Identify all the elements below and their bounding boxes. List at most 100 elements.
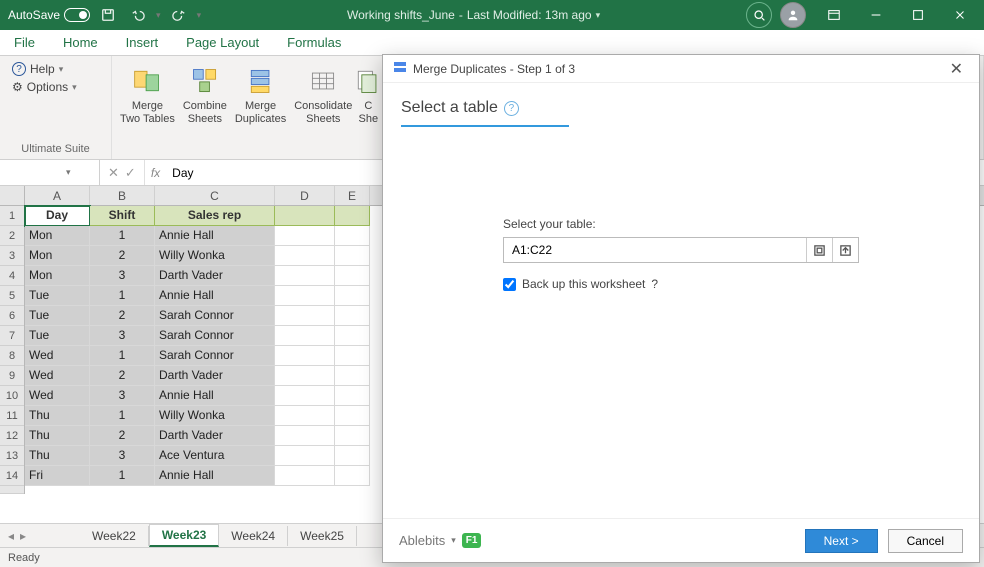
confirm-edit-icon[interactable]: ✓ [125, 165, 136, 181]
expand-range-button[interactable] [832, 238, 858, 262]
search-button[interactable] [746, 2, 772, 28]
cell[interactable]: Tue [25, 286, 90, 306]
cell[interactable] [335, 366, 370, 386]
close-window-button[interactable] [940, 0, 980, 30]
undo-icon[interactable] [126, 3, 150, 27]
cell[interactable]: 1 [90, 346, 155, 366]
cell[interactable] [275, 426, 335, 446]
cell[interactable] [275, 366, 335, 386]
backup-hint-icon[interactable]: ? [651, 277, 658, 291]
next-button[interactable]: Next > [805, 529, 878, 553]
merge-two-tables-button[interactable]: Merge Two Tables [116, 62, 179, 128]
tab-page-layout[interactable]: Page Layout [172, 30, 273, 55]
cell[interactable]: Mon [25, 266, 90, 286]
cell[interactable]: 1 [90, 466, 155, 486]
cell[interactable] [335, 406, 370, 426]
cell[interactable]: Shift [90, 206, 155, 226]
cell[interactable]: Sarah Connor [155, 346, 275, 366]
cell[interactable]: Annie Hall [155, 466, 275, 486]
row-header[interactable]: 1 [0, 206, 24, 226]
row-header[interactable]: 11 [0, 406, 24, 426]
cell[interactable]: Tue [25, 326, 90, 346]
redo-icon[interactable] [167, 3, 191, 27]
cell[interactable]: 2 [90, 246, 155, 266]
cell[interactable]: Darth Vader [155, 366, 275, 386]
cell[interactable]: Mon [25, 246, 90, 266]
name-box[interactable]: ▾ [0, 160, 100, 185]
account-avatar[interactable] [780, 2, 806, 28]
cell[interactable]: Thu [25, 406, 90, 426]
cell[interactable]: Tue [25, 306, 90, 326]
fx-icon[interactable]: fx [145, 166, 166, 180]
cell[interactable] [275, 386, 335, 406]
dialog-close-button[interactable]: ✕ [944, 57, 969, 81]
cell[interactable]: Annie Hall [155, 386, 275, 406]
cell[interactable] [335, 206, 370, 226]
row-header[interactable]: 5 [0, 286, 24, 306]
brand-dropdown-icon[interactable]: ▾ [451, 535, 456, 546]
combine-sheets-button[interactable]: Combine Sheets [179, 62, 231, 128]
select-range-button[interactable] [806, 238, 832, 262]
cell[interactable] [275, 406, 335, 426]
cell[interactable] [275, 446, 335, 466]
ribbon-display-button[interactable] [814, 0, 854, 30]
cell[interactable] [335, 286, 370, 306]
cell[interactable] [335, 446, 370, 466]
cell[interactable]: Wed [25, 366, 90, 386]
cell[interactable]: 1 [90, 406, 155, 426]
cell[interactable] [335, 426, 370, 446]
save-icon[interactable] [96, 3, 120, 27]
cell[interactable]: Thu [25, 426, 90, 446]
options-button[interactable]: ⚙Options▾ [12, 80, 99, 94]
sheet-nav-next-icon[interactable]: ▸ [20, 529, 26, 543]
sheet-nav-prev-icon[interactable]: ◂ [8, 529, 14, 543]
tab-file[interactable]: File [0, 30, 49, 55]
name-box-input[interactable] [6, 166, 66, 180]
cell[interactable]: Darth Vader [155, 426, 275, 446]
cell[interactable] [275, 306, 335, 326]
row-header[interactable]: 6 [0, 306, 24, 326]
row-header[interactable]: 4 [0, 266, 24, 286]
tab-home[interactable]: Home [49, 30, 112, 55]
undo-dropdown-icon[interactable]: ▾ [156, 10, 161, 21]
sheet-tab-week23[interactable]: Week23 [149, 524, 219, 547]
column-header[interactable]: A [25, 186, 90, 205]
cell[interactable] [335, 466, 370, 486]
cell[interactable] [275, 466, 335, 486]
cell[interactable]: Annie Hall [155, 286, 275, 306]
cell[interactable]: Wed [25, 386, 90, 406]
row-headers[interactable]: 1234567891011121314 [0, 206, 25, 494]
row-header[interactable]: 3 [0, 246, 24, 266]
cancel-edit-icon[interactable]: ✕ [108, 165, 119, 181]
help-button[interactable]: ?Help▾ [12, 62, 99, 76]
cell[interactable] [335, 306, 370, 326]
cell[interactable]: 2 [90, 306, 155, 326]
cell[interactable]: Sarah Connor [155, 306, 275, 326]
cell[interactable]: Willy Wonka [155, 246, 275, 266]
cell[interactable]: Mon [25, 226, 90, 246]
cell[interactable]: 1 [90, 226, 155, 246]
cell[interactable] [335, 386, 370, 406]
cell[interactable]: 3 [90, 266, 155, 286]
column-header[interactable]: B [90, 186, 155, 205]
column-header[interactable]: C [155, 186, 275, 205]
cell[interactable] [275, 246, 335, 266]
merge-duplicates-button[interactable]: Merge Duplicates [231, 62, 290, 128]
cell[interactable] [335, 346, 370, 366]
cell[interactable] [335, 326, 370, 346]
sheet-tab-week25[interactable]: Week25 [288, 526, 357, 546]
sheet-tab-week24[interactable]: Week24 [219, 526, 288, 546]
cell[interactable]: 3 [90, 446, 155, 466]
maximize-button[interactable] [898, 0, 938, 30]
row-header[interactable]: 14 [0, 466, 24, 486]
column-header[interactable]: E [335, 186, 370, 205]
cell[interactable] [275, 266, 335, 286]
modified-dropdown-icon[interactable]: ▾ [596, 10, 601, 21]
cell[interactable]: 3 [90, 386, 155, 406]
range-input[interactable] [504, 243, 806, 257]
cell[interactable] [275, 226, 335, 246]
cell[interactable] [275, 286, 335, 306]
cell[interactable]: Sales rep [155, 206, 275, 226]
cell[interactable]: Wed [25, 346, 90, 366]
select-all-corner[interactable] [0, 186, 25, 206]
